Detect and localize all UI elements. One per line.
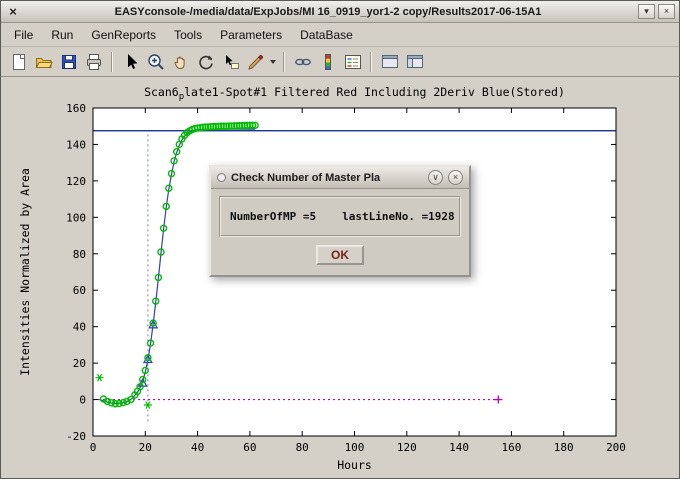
titlebar[interactable]: × EASYconsole-/media/data/ExpJobs/MI 16_… xyxy=(1,1,679,23)
dialog-close-button[interactable]: × xyxy=(448,170,463,185)
minimize-button[interactable]: ▾ xyxy=(638,4,655,19)
brush-data-button[interactable] xyxy=(243,49,268,74)
menu-item-parameters[interactable]: Parameters xyxy=(211,25,291,45)
data-cursor-button[interactable] xyxy=(218,49,243,74)
y-tick-label: 80 xyxy=(73,248,86,261)
pan-hand-button[interactable] xyxy=(168,49,193,74)
show-plot-tools-button[interactable] xyxy=(402,49,427,74)
toolbar-separator xyxy=(283,52,285,72)
toolbar-separator xyxy=(111,52,113,72)
menu-item-genreports[interactable]: GenReports xyxy=(82,25,165,45)
dialog-message-numberofmp: NumberOfMP =5 xyxy=(230,210,316,223)
menu-item-database[interactable]: DataBase xyxy=(291,25,362,45)
chart-title: Scan6plate1-Spot#1 Filtered Red Includin… xyxy=(144,85,565,102)
zoom-in-icon xyxy=(146,52,166,72)
dialog-bullet-icon xyxy=(217,173,226,182)
y-tick-label: 40 xyxy=(73,321,86,334)
open-file-button[interactable] xyxy=(31,49,56,74)
y-tick-label: -20 xyxy=(66,430,86,443)
hide-plot-tools-icon xyxy=(380,52,400,72)
brush-data-icon xyxy=(246,52,266,72)
save-figure-button[interactable] xyxy=(56,49,81,74)
y-tick-label: 140 xyxy=(66,138,86,151)
x-tick-label: 200 xyxy=(606,441,626,454)
new-figure-button[interactable] xyxy=(6,49,31,74)
y-axis-label: Intensities Normalized by Area xyxy=(18,168,32,376)
y-tick-label: 100 xyxy=(66,211,86,224)
x-tick-label: 40 xyxy=(191,441,204,454)
insert-colorbar-icon xyxy=(318,52,338,72)
dialog-collapse-button[interactable]: ∨ xyxy=(428,170,443,185)
edit-plot-arrow-icon xyxy=(121,52,141,72)
x-tick-label: 80 xyxy=(296,441,309,454)
menubar: FileRunGenReportsToolsParametersDataBase xyxy=(1,23,679,47)
ok-button[interactable]: OK xyxy=(316,245,364,265)
link-plot-button[interactable] xyxy=(290,49,315,74)
close-button[interactable]: × xyxy=(658,4,675,19)
x-tick-label: 160 xyxy=(501,441,521,454)
insert-colorbar-button[interactable] xyxy=(315,49,340,74)
dialog-button-row: OK xyxy=(219,245,461,265)
y-tick-label: 160 xyxy=(66,102,86,115)
rotate-3d-icon xyxy=(196,52,216,72)
brush-dropdown-button[interactable] xyxy=(268,49,278,74)
edit-plot-arrow-button[interactable] xyxy=(118,49,143,74)
dialog-titlebar[interactable]: Check Number of Master Pla ∨ × xyxy=(211,167,469,189)
dialog-check-number-of-master-plates: Check Number of Master Pla ∨ × NumberOfM… xyxy=(209,165,471,277)
link-plot-icon xyxy=(293,52,313,72)
dialog-body: NumberOfMP =5 lastLineNo. =1928 OK xyxy=(211,189,469,275)
open-file-icon xyxy=(34,52,54,72)
hide-plot-tools-button[interactable] xyxy=(377,49,402,74)
zoom-in-button[interactable] xyxy=(143,49,168,74)
print-figure-button[interactable] xyxy=(81,49,106,74)
save-figure-icon xyxy=(59,52,79,72)
show-plot-tools-icon xyxy=(405,52,425,72)
print-figure-icon xyxy=(84,52,104,72)
x-tick-label: 20 xyxy=(139,441,152,454)
dialog-title: Check Number of Master Pla xyxy=(231,172,423,184)
menu-item-file[interactable]: File xyxy=(5,25,42,45)
window-title: EASYconsole-/media/data/ExpJobs/MI 16_09… xyxy=(21,6,635,18)
pan-hand-icon xyxy=(171,52,191,72)
x-tick-label: 140 xyxy=(449,441,469,454)
dialog-message-lastlineno: lastLineNo. =1928 xyxy=(342,210,455,223)
toolbar xyxy=(1,47,679,77)
dialog-message-panel: NumberOfMP =5 lastLineNo. =1928 xyxy=(219,196,461,237)
toolbar-separator xyxy=(370,52,372,72)
growth-curve-chart[interactable]: 0 20 40 60 80 100 120 140 160 180 200 -20 0 20 40 60 80 1… xyxy=(1,77,679,479)
menu-item-tools[interactable]: Tools xyxy=(165,25,211,45)
x-tick-label: 180 xyxy=(554,441,574,454)
y-tick-label: 60 xyxy=(73,284,86,297)
y-tick-label: 20 xyxy=(73,357,86,370)
app-window: × EASYconsole-/media/data/ExpJobs/MI 16_… xyxy=(0,0,680,479)
x-tick-label: 100 xyxy=(345,441,365,454)
x-tick-label: 0 xyxy=(90,441,97,454)
dropdown-arrow-icon xyxy=(269,52,277,72)
insert-legend-icon xyxy=(343,52,363,72)
y-tick-label: 0 xyxy=(79,394,86,407)
x-tick-label: 60 xyxy=(243,441,256,454)
menu-item-run[interactable]: Run xyxy=(42,25,82,45)
window-controls: ▾ × xyxy=(635,4,675,19)
data-cursor-icon xyxy=(221,52,241,72)
new-figure-icon xyxy=(9,52,29,72)
figure-area: 0 20 40 60 80 100 120 140 160 180 200 -20 0 20 40 60 80 1… xyxy=(1,77,679,479)
rotate-3d-button[interactable] xyxy=(193,49,218,74)
x-tick-label: 120 xyxy=(397,441,417,454)
insert-legend-button[interactable] xyxy=(340,49,365,74)
y-tick-label: 120 xyxy=(66,175,86,188)
app-icon[interactable]: × xyxy=(5,4,21,20)
x-axis-label: Hours xyxy=(337,458,372,472)
